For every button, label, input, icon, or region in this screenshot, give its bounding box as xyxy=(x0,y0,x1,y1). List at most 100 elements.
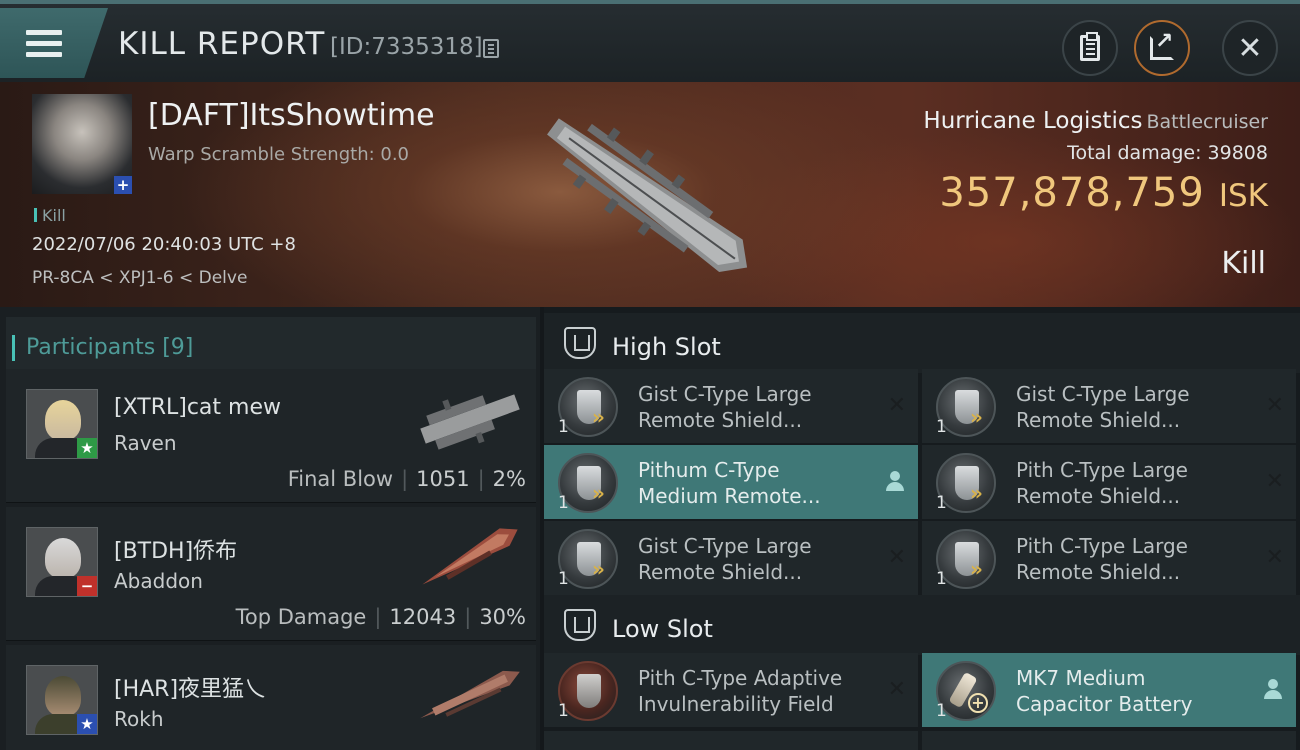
participant-role: Final Blow xyxy=(287,467,394,491)
participant-row[interactable]: − [BTDH]侨布 Abaddon Top Damage | 12043 | 30% xyxy=(6,507,536,641)
participant-damage: 1051 xyxy=(416,467,470,491)
dropped-x-icon: ✕ xyxy=(887,545,906,570)
ship-class: Battlecruiser xyxy=(1146,111,1268,133)
low-slot-title: Low Slot xyxy=(612,615,713,643)
module-quantity: 1 xyxy=(558,701,569,721)
participant-ship-image xyxy=(420,394,520,450)
close-button[interactable]: ✕ xyxy=(1222,20,1278,76)
menu-button[interactable] xyxy=(0,8,108,78)
warp-scramble-strength: Warp Scramble Strength: 0.0 xyxy=(148,144,410,165)
participant-ship-image xyxy=(422,528,518,585)
low-slot-header: Low Slot xyxy=(544,595,1300,655)
module-name: Pith C-Type Large Remote Shield... xyxy=(1016,458,1188,508)
participant-percent: 2% xyxy=(492,467,526,491)
module-name: Gist C-Type Large Remote Shield... xyxy=(638,382,812,432)
module-name: Pith C-Type Large Remote Shield... xyxy=(1016,534,1188,584)
hamburger-menu-icon[interactable] xyxy=(26,30,62,58)
dropped-x-icon: ✕ xyxy=(1265,469,1284,494)
module-name: Pith C-Type Adaptive Invulnerability Fiel… xyxy=(638,666,843,716)
top-bar: KILL REPORT [ID:7335318] ✕ xyxy=(0,0,1300,82)
module-quantity: 1 xyxy=(558,417,569,437)
module-quantity: 1 xyxy=(558,569,569,589)
report-id: [ID:7335318] xyxy=(330,34,483,60)
participant-avatar[interactable]: ★ xyxy=(26,665,98,735)
module-item[interactable] xyxy=(544,731,918,750)
pilot-icon xyxy=(1264,679,1282,699)
total-damage: Total damage: 39808 xyxy=(1067,142,1268,164)
high-slot-header: High Slot xyxy=(544,313,1300,373)
share-button[interactable] xyxy=(1134,20,1190,76)
participant-badge: ★ xyxy=(77,438,97,458)
participant-avatar[interactable]: − xyxy=(26,527,98,597)
isk-value-line: 357,878,759 ISK xyxy=(939,170,1268,216)
participant-ship: Abaddon xyxy=(114,569,203,593)
isk-value: 357,878,759 xyxy=(939,170,1205,216)
close-icon: ✕ xyxy=(1237,30,1263,66)
total-damage-value: 39808 xyxy=(1207,142,1268,164)
victim-portrait[interactable]: + xyxy=(32,94,132,194)
participants-header: Participants [9] xyxy=(6,317,536,373)
module-name: MK7 Medium Capacitor Battery xyxy=(1016,666,1193,716)
victim-name[interactable]: [DAFT]ItsShowtime xyxy=(148,98,435,133)
participants-panel: Participants [9] ★ [XTRL]cat mew Raven F… xyxy=(0,307,540,750)
clipboard-button[interactable] xyxy=(1062,20,1118,76)
share-icon xyxy=(1150,29,1174,60)
module-item[interactable]: » 1 Gist C-Type Large Remote Shield... ✕ xyxy=(544,369,918,443)
fitting-panel: High Slot » 1 Gist C-Type Large Remote Sh… xyxy=(544,307,1300,750)
page-title: KILL REPORT xyxy=(118,26,326,62)
participant-badge: ★ xyxy=(77,714,97,734)
dropped-x-icon: ✕ xyxy=(1265,393,1284,418)
dropped-x-icon: ✕ xyxy=(887,393,906,418)
kill-banner: + [DAFT]ItsShowtime Warp Scramble Streng… xyxy=(0,82,1300,307)
ship-name[interactable]: Hurricane Logistics Battlecruiser xyxy=(923,108,1268,134)
participant-badge: − xyxy=(77,576,97,596)
participant-role: Top Damage xyxy=(235,605,367,629)
module-item[interactable]: » 1 Gist C-Type Large Remote Shield... ✕ xyxy=(544,521,918,595)
participant-damage: 12043 xyxy=(389,605,457,629)
participant-row[interactable]: ★ [HAR]夜里猛乀 Rokh xyxy=(6,645,536,750)
module-name: Pithum C-Type Medium Remote... xyxy=(638,458,821,508)
participant-name: [XTRL]cat mew xyxy=(114,395,281,420)
module-quantity: 1 xyxy=(936,417,947,437)
low-slot-icon xyxy=(564,609,596,641)
isk-unit: ISK xyxy=(1218,178,1268,214)
result-label: Kill xyxy=(1221,246,1266,281)
participant-ship: Raven xyxy=(114,431,177,455)
module-quantity: 1 xyxy=(936,569,947,589)
participant-ship-image xyxy=(420,670,520,719)
module-quantity: 1 xyxy=(936,493,947,513)
module-name: Gist C-Type Large Remote Shield... xyxy=(638,534,812,584)
participant-row[interactable]: ★ [XTRL]cat mew Raven Final Blow | 1051 | 2% xyxy=(6,369,536,503)
high-slot-icon xyxy=(564,327,596,359)
participant-ship: Rokh xyxy=(114,707,164,731)
participants-title: Participants [9] xyxy=(11,335,194,361)
dropped-x-icon: ✕ xyxy=(887,677,906,702)
copy-icon[interactable] xyxy=(483,39,499,58)
module-name: Gist C-Type Large Remote Shield... xyxy=(1016,382,1190,432)
participant-stats: Final Blow | 1051 | 2% xyxy=(287,467,526,491)
participant-percent: 30% xyxy=(479,605,526,629)
victim-ship-image[interactable] xyxy=(520,92,780,302)
victim-badge: + xyxy=(114,176,132,194)
module-item[interactable]: » 1 Pith C-Type Large Remote Shield... ✕ xyxy=(922,521,1296,595)
total-damage-label: Total damage: xyxy=(1067,142,1202,164)
module-item[interactable] xyxy=(922,731,1296,750)
dropped-x-icon: ✕ xyxy=(1265,545,1284,570)
participant-name: [BTDH]侨布 xyxy=(114,539,238,564)
module-item[interactable]: » 1 Pith C-Type Large Remote Shield... ✕ xyxy=(922,445,1296,519)
ship-type: Hurricane Logistics xyxy=(923,108,1143,134)
module-item[interactable]: + 1 MK7 Medium Capacitor Battery xyxy=(922,653,1296,727)
participant-name: [HAR]夜里猛乀 xyxy=(114,677,267,702)
module-item[interactable]: » 1 Pithum C-Type Medium Remote... xyxy=(544,445,918,519)
kill-tag: Kill xyxy=(34,206,66,225)
module-quantity: 1 xyxy=(936,701,947,721)
module-item[interactable]: 1 Pith C-Type Adaptive Invulnerability Fi… xyxy=(544,653,918,727)
participant-stats: Top Damage | 12043 | 30% xyxy=(235,605,526,629)
high-slot-title: High Slot xyxy=(612,333,721,361)
kill-datetime: 2022/07/06 20:40:03 UTC +8 xyxy=(32,234,296,255)
participant-avatar[interactable]: ★ xyxy=(26,389,98,459)
module-quantity: 1 xyxy=(558,493,569,513)
kill-location[interactable]: PR-8CA < XPJ1-6 < Delve xyxy=(32,268,247,288)
module-item[interactable]: » 1 Gist C-Type Large Remote Shield... ✕ xyxy=(922,369,1296,443)
pilot-icon xyxy=(886,471,904,491)
